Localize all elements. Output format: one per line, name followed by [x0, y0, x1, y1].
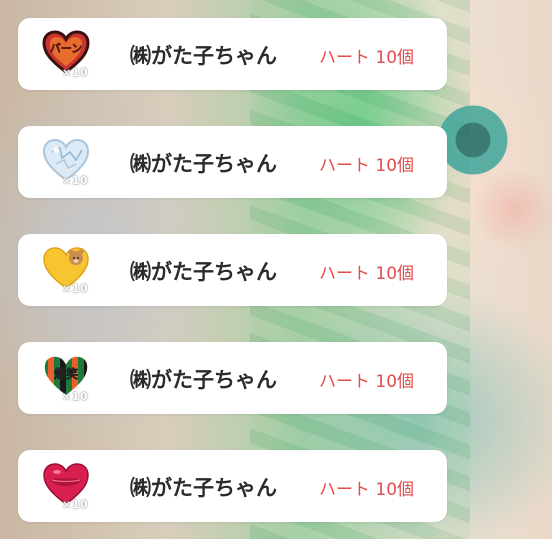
sticker-count: ×10	[62, 282, 89, 295]
gift-label: ハート 10個	[319, 480, 415, 500]
sender-name: ㈱がた子ちゃん	[130, 44, 277, 68]
gift-card[interactable]: ×10 ㈱がた子ちゃん ハート 10個	[18, 126, 447, 198]
svg-text:爆笑: 爆笑	[54, 366, 78, 381]
sender-name: ㈱がた子ちゃん	[130, 476, 277, 500]
gift-card[interactable]: バーン ×10 ㈱がた子ちゃん ハート 10個	[18, 18, 447, 90]
sticker-count: ×10	[62, 174, 89, 187]
gift-card[interactable]: ×10 ㈱がた子ちゃん ハート 10個	[18, 234, 447, 306]
sender-name: ㈱がた子ちゃん	[130, 260, 277, 284]
sender-name: ㈱がた子ちゃん	[130, 152, 277, 176]
gift-card[interactable]: 爆笑 ×10 ㈱がた子ちゃん ハート 10個	[18, 342, 447, 414]
sender-name: ㈱がた子ちゃん	[130, 368, 277, 392]
gift-notification-list: バーン ×10 ㈱がた子ちゃん ハート 10個 ×10 ㈱がた子ちゃん ハート …	[0, 0, 552, 539]
sticker-count: ×10	[62, 390, 89, 403]
gift-label: ハート 10個	[319, 264, 415, 284]
sticker-count: ×10	[62, 66, 89, 79]
gift-label: ハート 10個	[319, 48, 415, 68]
gift-label: ハート 10個	[319, 156, 415, 176]
sticker-count: ×10	[62, 498, 89, 511]
svg-text:バーン: バーン	[50, 42, 82, 55]
gift-label: ハート 10個	[319, 372, 415, 392]
gift-card[interactable]: ×10 ㈱がた子ちゃん ハート 10個	[18, 450, 447, 522]
